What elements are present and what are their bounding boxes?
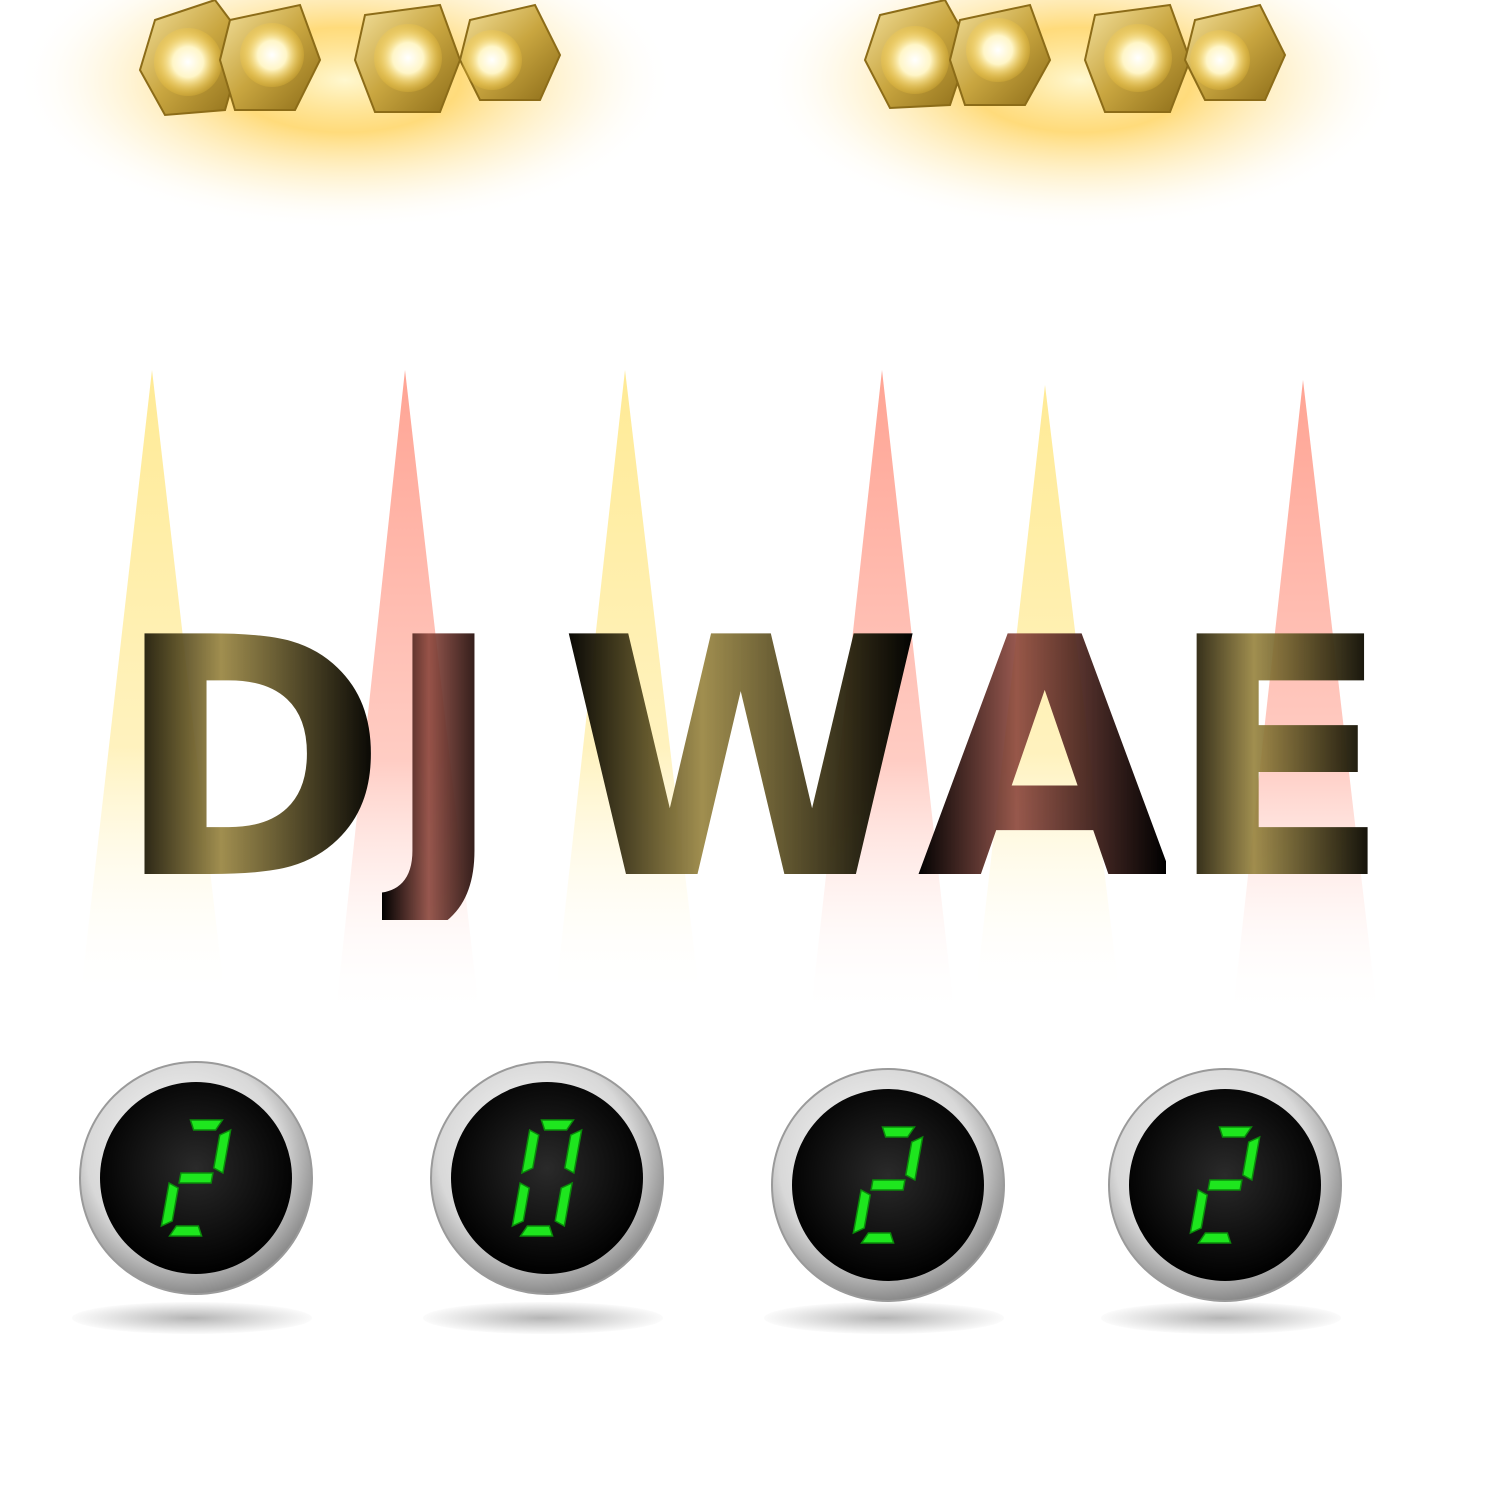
stage-spotlight-icon <box>353 3 462 113</box>
stage-spotlight-icon <box>1083 3 1192 113</box>
year-digit-display: 2 <box>772 1062 1004 1294</box>
year-digit-display: 2 <box>80 1062 312 1294</box>
year-digit-display: 0 <box>431 1062 663 1294</box>
year-digit-display: 2 <box>1109 1062 1341 1294</box>
display-shadow <box>764 1302 1004 1334</box>
display-shadow <box>72 1302 312 1334</box>
title-letter: A <box>916 568 1172 952</box>
seven-segment-digits <box>160 1119 1261 1244</box>
display-shadow <box>1101 1302 1341 1334</box>
spotlight-rig-right <box>760 0 1400 230</box>
title-letter: D <box>114 568 388 952</box>
title-letter: J <box>382 568 505 952</box>
display-shadow <box>423 1302 663 1334</box>
title-letter: W <box>558 568 923 952</box>
spotlight-rig-left <box>15 0 675 230</box>
dj-name-title: DJ WAE <box>0 568 1500 952</box>
title-letter: E <box>1166 568 1391 952</box>
